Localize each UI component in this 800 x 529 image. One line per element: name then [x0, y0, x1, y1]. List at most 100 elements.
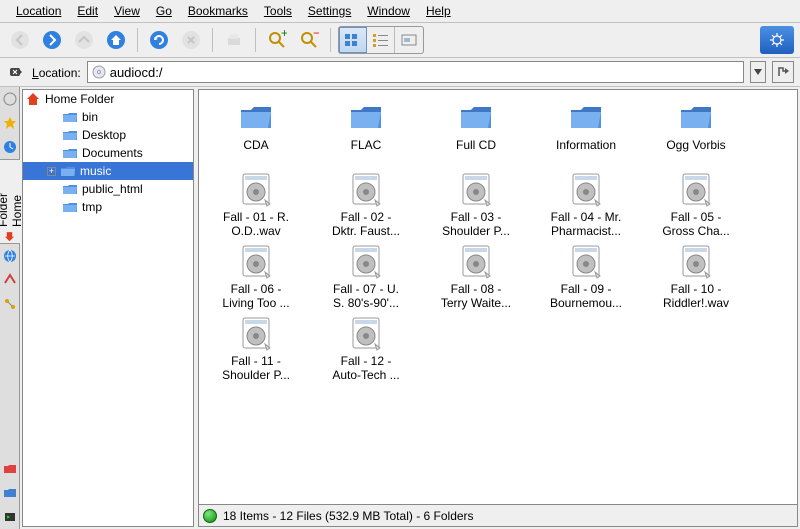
item-label: Fall - 09 -Bournemou... — [550, 282, 622, 310]
folder-icon — [62, 109, 78, 125]
item-label: Fall - 11 -Shoulder P... — [222, 354, 290, 382]
menu-go[interactable]: Go — [148, 2, 180, 20]
icon-view[interactable]: CDA FLAC Full CD Information Ogg Vorbis Fall … — [198, 89, 798, 505]
audio-file-icon — [347, 170, 385, 208]
file-item[interactable]: Fall - 11 -Shoulder P... — [203, 314, 309, 382]
go-button[interactable] — [772, 61, 794, 83]
item-label: Ogg Vorbis — [666, 138, 725, 166]
folder-icon — [237, 98, 275, 136]
status-indicator-icon — [203, 509, 217, 523]
folder-item[interactable]: Ogg Vorbis — [643, 98, 749, 166]
folder-item[interactable]: FLAC — [313, 98, 419, 166]
item-label: Fall - 04 - Mr.Pharmacist... — [551, 210, 622, 238]
menu-window[interactable]: Window — [359, 2, 418, 20]
sidetab-services[interactable] — [0, 268, 20, 292]
back-button[interactable] — [6, 26, 34, 54]
clear-location-button[interactable] — [6, 62, 26, 82]
tree-item[interactable]: Desktop — [23, 126, 193, 144]
tree-item[interactable]: Documents — [23, 144, 193, 162]
sidetab-home-folder[interactable]: Home Folder — [0, 159, 20, 244]
sidetab-network[interactable] — [0, 244, 20, 268]
sidetab-globe[interactable] — [0, 87, 20, 111]
file-item[interactable]: Fall - 12 -Auto-Tech ... — [313, 314, 419, 382]
cd-icon — [92, 65, 106, 79]
file-item[interactable]: Fall - 10 -Riddler!.wav — [643, 242, 749, 310]
item-label: FLAC — [351, 138, 382, 166]
folder-icon — [60, 163, 76, 179]
audio-file-icon — [237, 170, 275, 208]
folder-icon — [457, 98, 495, 136]
item-label: CDA — [243, 138, 268, 166]
reload-button[interactable] — [145, 26, 173, 54]
tree-item[interactable]: public_html — [23, 180, 193, 198]
menu-edit[interactable]: Edit — [69, 2, 106, 20]
home-button[interactable] — [102, 26, 130, 54]
audio-file-icon — [457, 242, 495, 280]
item-label: Information — [556, 138, 616, 166]
toolbar: + − — [0, 23, 800, 58]
item-label: Fall - 08 -Terry Waite... — [441, 282, 511, 310]
sidetab-folder-red[interactable] — [0, 457, 20, 481]
home-icon — [25, 91, 41, 107]
menu-tools[interactable]: Tools — [256, 2, 300, 20]
file-item[interactable]: Fall - 06 -Living Too ... — [203, 242, 309, 310]
menu-view[interactable]: View — [106, 2, 148, 20]
item-label: Fall - 05 -Gross Cha... — [662, 210, 729, 238]
menu-help[interactable]: Help — [418, 2, 459, 20]
zoom-in-button[interactable]: + — [263, 26, 291, 54]
item-label: Fall - 07 - U.S. 80's-90'... — [333, 282, 399, 310]
icon-view-button[interactable] — [339, 27, 367, 53]
item-label: Fall - 06 -Living Too ... — [222, 282, 289, 310]
svg-text:+: + — [281, 30, 287, 40]
item-label: Fall - 01 - R.O.D..wav — [223, 210, 289, 238]
file-item[interactable]: Fall - 09 -Bournemou... — [533, 242, 639, 310]
audio-file-icon — [567, 170, 605, 208]
sidetab-terminal[interactable] — [0, 505, 20, 529]
file-item[interactable]: Fall - 02 -Dktr. Faust... — [313, 170, 419, 238]
detail-view-button[interactable] — [395, 27, 423, 53]
file-item[interactable]: Fall - 04 - Mr.Pharmacist... — [533, 170, 639, 238]
stop-button[interactable] — [177, 26, 205, 54]
menu-location[interactable]: Location — [8, 2, 69, 20]
main-area: Home Folder Home Folder binDesktopDocume… — [0, 87, 800, 529]
location-bar: Location: — [0, 58, 800, 87]
item-label: Fall - 10 -Riddler!.wav — [663, 282, 729, 310]
list-view-button[interactable] — [367, 27, 395, 53]
sidetab-history[interactable] — [0, 135, 20, 159]
item-label: Fall - 02 -Dktr. Faust... — [332, 210, 400, 238]
location-label: Location: — [32, 65, 81, 80]
sidetab-folder-blue[interactable] — [0, 481, 20, 505]
sidetab-bookmark[interactable] — [0, 111, 20, 135]
file-item[interactable]: Fall - 08 -Terry Waite... — [423, 242, 529, 310]
tree-item[interactable]: +music — [23, 162, 193, 180]
tree-root[interactable]: Home Folder — [23, 90, 193, 108]
menu-bookmarks[interactable]: Bookmarks — [180, 2, 256, 20]
forward-button[interactable] — [38, 26, 66, 54]
up-button[interactable] — [70, 26, 98, 54]
folder-item[interactable]: Information — [533, 98, 639, 166]
tree-pane: Home Folder binDesktopDocuments+musicpub… — [22, 89, 194, 527]
tree-item[interactable]: bin — [23, 108, 193, 126]
audio-file-icon — [347, 314, 385, 352]
sidetab-devices[interactable] — [0, 292, 20, 316]
zoom-out-button[interactable]: − — [295, 26, 323, 54]
file-item[interactable]: Fall - 01 - R.O.D..wav — [203, 170, 309, 238]
folder-item[interactable]: Full CD — [423, 98, 529, 166]
menu-settings[interactable]: Settings — [300, 2, 359, 20]
item-label: Full CD — [456, 138, 496, 166]
location-input[interactable] — [110, 65, 739, 80]
file-item[interactable]: Fall - 07 - U.S. 80's-90'... — [313, 242, 419, 310]
file-item[interactable]: Fall - 03 -Shoulder P... — [423, 170, 529, 238]
file-item[interactable]: Fall - 05 -Gross Cha... — [643, 170, 749, 238]
status-bar: 18 Items - 12 Files (532.9 MB Total) - 6… — [198, 505, 798, 527]
audio-file-icon — [677, 170, 715, 208]
audio-file-icon — [237, 314, 275, 352]
folder-icon — [567, 98, 605, 136]
folder-icon — [677, 98, 715, 136]
folder-item[interactable]: CDA — [203, 98, 309, 166]
folder-icon — [62, 127, 78, 143]
location-history-dropdown[interactable] — [750, 61, 766, 83]
tree-item[interactable]: tmp — [23, 198, 193, 216]
folder-icon — [347, 98, 385, 136]
print-button[interactable] — [220, 26, 248, 54]
